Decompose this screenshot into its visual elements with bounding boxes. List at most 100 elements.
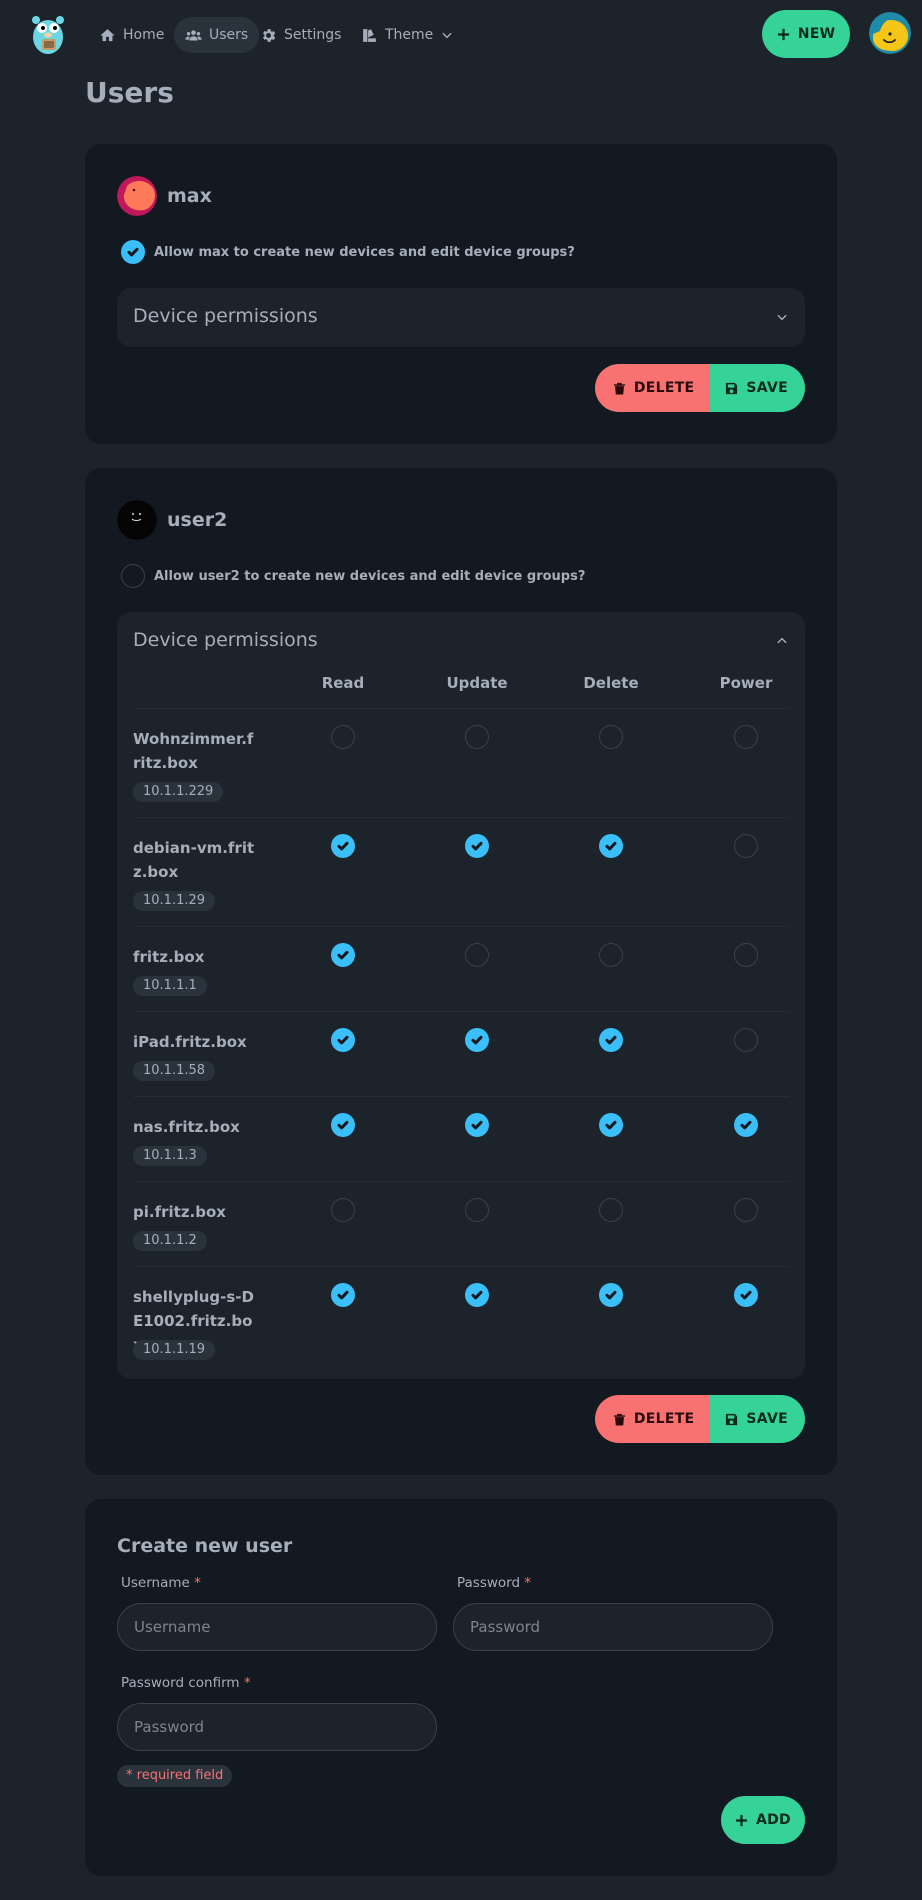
password-label: Password * [457, 1575, 531, 1591]
allow-create-devices-label: Allow max to create new devices and edit… [154, 244, 575, 260]
users-icon [185, 29, 202, 40]
home-icon [100, 28, 115, 41]
permission-checkbox-power[interactable] [734, 1113, 758, 1137]
password-field[interactable] [453, 1603, 773, 1651]
gear-icon [263, 28, 276, 42]
column-header-read: Read [321, 674, 365, 692]
permission-checkbox-delete[interactable] [599, 1113, 623, 1137]
user-card-user2: user2 Allow user2 to create new devices … [85, 468, 837, 1475]
save-button-label: SAVE [746, 1411, 788, 1427]
check-icon [337, 1120, 349, 1130]
permission-checkbox-update[interactable] [465, 1198, 489, 1222]
device-ip-badge: 10.1.1.29 [133, 891, 216, 911]
current-user-avatar[interactable] [869, 12, 911, 54]
required-field-note: * required field [117, 1765, 233, 1787]
device-ip-badge: 10.1.1.229 [133, 782, 224, 802]
device-permission-row: pi.fritz.box 10.1.1.2 [133, 1181, 789, 1266]
permission-checkbox-read[interactable] [331, 1113, 355, 1137]
password-confirm-field[interactable] [117, 1703, 437, 1751]
permission-checkbox-update[interactable] [465, 943, 489, 967]
username-label: Username * [121, 1575, 201, 1591]
check-icon [471, 841, 483, 851]
nav-theme-dropdown[interactable]: Theme [350, 17, 465, 53]
password-confirm-label: Password confirm * [121, 1675, 251, 1691]
device-name: Wohnzimmer.fritz.box [133, 730, 254, 772]
chevron-down-icon [777, 314, 787, 321]
column-header-delete: Delete [583, 674, 639, 692]
permission-checkbox-delete[interactable] [599, 1198, 623, 1222]
permission-checkbox-read[interactable] [331, 1198, 355, 1222]
permission-checkbox-power[interactable] [734, 725, 758, 749]
permission-checkbox-read[interactable] [331, 1283, 355, 1307]
permission-checkbox-delete[interactable] [599, 943, 623, 967]
user-name: max [167, 185, 212, 207]
permission-checkbox-update[interactable] [465, 1113, 489, 1137]
check-icon [337, 841, 349, 851]
delete-user-button[interactable]: DELETE [594, 364, 711, 412]
nav-home[interactable]: Home [88, 17, 175, 53]
device-name: debian-vm.fritz.box [133, 839, 255, 881]
device-ip-badge: 10.1.1.1 [133, 976, 207, 996]
device-name: iPad.fritz.box [133, 1033, 247, 1051]
device-ip-badge: 10.1.1.19 [133, 1340, 216, 1360]
plus-icon [735, 1814, 748, 1826]
device-permission-row: shellyplug-s-DE1002.fritz.box10.1.1.19 [133, 1266, 789, 1375]
delete-user-button[interactable]: DELETE [594, 1395, 711, 1443]
permission-checkbox-update[interactable] [465, 725, 489, 749]
check-icon [337, 950, 349, 960]
allow-create-devices-label: Allow user2 to create new devices and ed… [154, 568, 586, 584]
add-user-button[interactable]: ADD [721, 1796, 805, 1844]
permission-checkbox-update[interactable] [465, 834, 489, 858]
allow-create-devices-checkbox[interactable] [121, 564, 145, 588]
user-actions: DELETE SAVE [594, 364, 805, 412]
permission-checkbox-power[interactable] [734, 834, 758, 858]
permission-checkbox-delete[interactable] [599, 834, 623, 858]
permission-checkbox-power[interactable] [734, 1283, 758, 1307]
avatar [117, 500, 157, 540]
permission-checkbox-power[interactable] [734, 943, 758, 967]
floppy-icon [726, 382, 738, 394]
save-user-button[interactable]: SAVE [710, 1395, 805, 1443]
column-header-power: Power [719, 674, 773, 692]
check-icon [471, 1120, 483, 1130]
allow-create-devices-checkbox[interactable] [121, 240, 145, 264]
permission-checkbox-read[interactable] [331, 943, 355, 967]
allow-create-devices-row: Allow user2 to create new devices and ed… [121, 564, 585, 588]
device-name: fritz.box [133, 948, 205, 966]
user-name: user2 [167, 509, 228, 531]
check-icon [127, 247, 139, 257]
check-icon [337, 1035, 349, 1045]
trash-icon [613, 382, 625, 395]
username-field[interactable] [117, 1603, 437, 1651]
permission-checkbox-delete[interactable] [599, 725, 623, 749]
chevron-down-icon [442, 32, 452, 39]
permission-checkbox-read[interactable] [331, 834, 355, 858]
permission-checkbox-read[interactable] [331, 725, 355, 749]
nav-users[interactable]: Users [174, 17, 260, 53]
delete-button-label: DELETE [633, 1411, 695, 1427]
save-user-button[interactable]: SAVE [710, 364, 805, 412]
permission-checkbox-update[interactable] [465, 1028, 489, 1052]
check-icon [337, 1290, 349, 1300]
allow-create-devices-row: Allow max to create new devices and edit… [121, 240, 575, 264]
check-icon [605, 1290, 617, 1300]
new-button[interactable]: NEW [762, 10, 850, 58]
check-icon [605, 1035, 617, 1045]
device-permission-row: Wohnzimmer.fritz.box 10.1.1.229 [133, 708, 789, 817]
nav-settings[interactable]: Settings [249, 17, 352, 53]
device-ip-badge: 10.1.1.58 [133, 1061, 216, 1081]
chevron-up-icon[interactable] [775, 634, 789, 648]
device-permissions-collapse[interactable]: Device permissions [117, 288, 805, 347]
permission-checkbox-update[interactable] [465, 1283, 489, 1307]
device-permissions-title[interactable]: Device permissions [133, 629, 318, 651]
permission-checkbox-delete[interactable] [599, 1283, 623, 1307]
permission-checkbox-delete[interactable] [599, 1028, 623, 1052]
password-label-text: Password [457, 1575, 521, 1591]
device-name: pi.fritz.box [133, 1203, 226, 1221]
nav-home-label: Home [123, 27, 165, 43]
gopher-logo[interactable] [29, 13, 67, 55]
permission-checkbox-read[interactable] [331, 1028, 355, 1052]
permission-checkbox-power[interactable] [734, 1028, 758, 1052]
permission-checkbox-power[interactable] [734, 1198, 758, 1222]
create-user-card: Create new user Username * Password * Pa… [85, 1499, 837, 1876]
